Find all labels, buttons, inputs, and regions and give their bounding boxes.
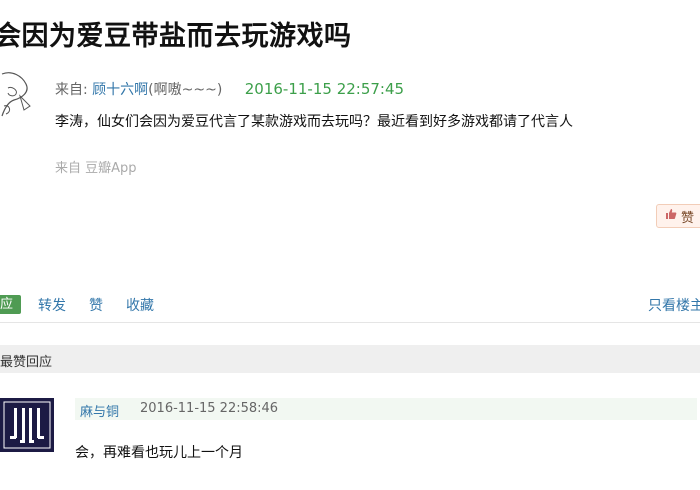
favorite-link[interactable]: 收藏 <box>126 295 154 315</box>
from-label: 来自: <box>55 82 88 98</box>
thumbs-up-icon <box>665 208 677 224</box>
only-op-link[interactable]: 只看楼主 <box>648 295 700 315</box>
reply-body: 会，再难看也玩儿上一个月 <box>75 445 243 461</box>
action-bar: 应 转发 赞 收藏 只看楼主 <box>0 295 700 315</box>
author-avatar[interactable] <box>0 66 34 122</box>
author-link[interactable]: 顾十六啊 <box>92 82 148 98</box>
post-source: 来自 豆瓣App <box>55 161 137 176</box>
reply-author-link[interactable]: 麻与铜 <box>80 401 119 420</box>
post-meta: 来自: 顾十六啊(啊嗷~~~) 2016-11-15 22:57:45 <box>55 79 404 99</box>
post-timestamp: 2016-11-15 22:57:45 <box>244 80 405 98</box>
section-header: 最赞回应 <box>0 345 700 373</box>
like-button-label: 赞 <box>681 210 695 226</box>
reply-timestamp: 2016-11-15 22:58:46 <box>140 401 279 416</box>
author-signature: (啊嗷~~~) <box>148 82 223 98</box>
like-link[interactable]: 赞 <box>89 295 103 315</box>
reply-header: 麻与铜 2016-11-15 22:58:46 <box>75 398 697 420</box>
like-button[interactable]: 赞 <box>656 204 700 228</box>
divider <box>0 322 700 323</box>
pixel-art-avatar-icon <box>0 398 54 452</box>
page-title: 会因为爱豆带盐而去玩游戏吗 <box>0 21 352 52</box>
reply-avatar[interactable] <box>0 398 54 452</box>
sketch-avatar-icon <box>1 72 31 117</box>
reply-button[interactable]: 应 <box>0 295 22 314</box>
share-link[interactable]: 转发 <box>38 295 66 315</box>
section-title: 最赞回应 <box>0 355 53 370</box>
post-body: 李涛，仙女们会因为爱豆代言了某款游戏而去玩吗？最近看到好多游戏都请了代言人 <box>55 114 573 130</box>
